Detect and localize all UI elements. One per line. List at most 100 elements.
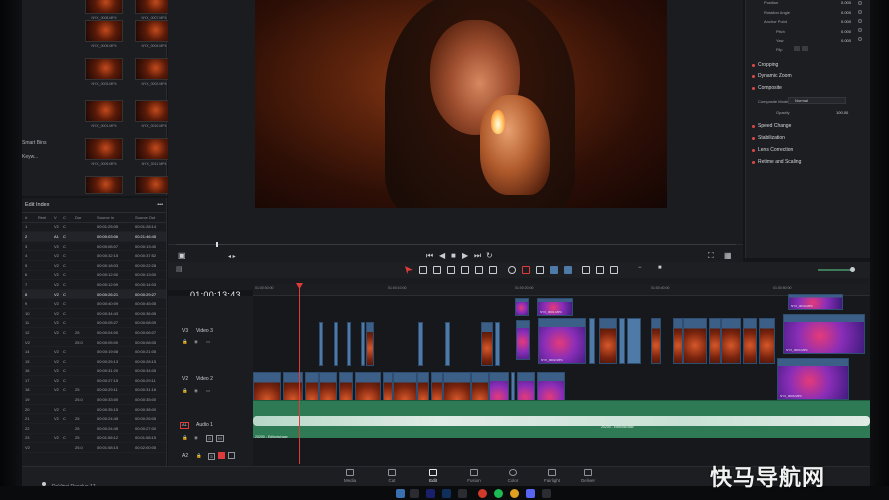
media-clip-thumbnail[interactable]	[85, 176, 123, 194]
param-position-value[interactable]: 0.000	[841, 0, 851, 5]
section-retime-scaling[interactable]: Retime and Scaling	[752, 159, 801, 165]
timeline-clip[interactable]	[619, 318, 625, 364]
track-mute-button[interactable]: M	[216, 435, 224, 442]
timeline-playhead[interactable]	[299, 284, 300, 464]
timeline-view-options-icon[interactable]: ▤	[176, 265, 183, 273]
track-auto-select-icon[interactable]: ◉	[194, 435, 198, 441]
timeline-clip[interactable]	[319, 322, 323, 366]
taskbar-app-icon[interactable]	[458, 489, 467, 498]
page-tab-fairlight[interactable]: Fairlight	[537, 469, 567, 483]
track-v2-name[interactable]: Video 2	[196, 376, 213, 382]
taskbar-discord-icon[interactable]	[526, 489, 535, 498]
table-row[interactable]: 16 V2 C 00:00:31:20 00:00:34:05	[22, 367, 166, 377]
timeline-clip[interactable]: NYX_0001.MP4	[537, 298, 573, 316]
play-icon[interactable]: ▶	[462, 251, 468, 260]
flag-icon[interactable]	[550, 266, 558, 274]
taskbar-spotify-icon[interactable]	[494, 489, 503, 498]
viewer-scrubber-track[interactable]	[176, 244, 736, 245]
dynamic-trim-icon[interactable]	[433, 266, 441, 274]
timeline-ruler[interactable]: 01:00:00:00 01:00:10:00 01:00:20:00 01:0…	[253, 284, 870, 296]
column-header[interactable]: Source In	[97, 215, 135, 220]
track-visibility-icon[interactable]: ▭	[206, 339, 210, 345]
column-header[interactable]: C	[63, 215, 75, 220]
table-row[interactable]: 20 V2 C 00:00:35:15 00:00:38:00	[22, 405, 166, 415]
keywords-bin[interactable]: Keyw...	[22, 154, 58, 160]
overwrite-clip-icon[interactable]	[475, 266, 483, 274]
section-stabilization[interactable]: Stabilization	[752, 135, 785, 141]
table-row[interactable]: 15 V2 C 00:00:25:13 00:00:28:15	[22, 357, 166, 367]
keyframe-icon[interactable]	[858, 1, 862, 5]
column-header[interactable]: Dur	[75, 215, 97, 220]
table-row[interactable]: 19 25.0 00:00:33:00 00:00:35:00	[22, 395, 166, 405]
timeline-clip[interactable]	[651, 318, 661, 364]
keyframe-icon[interactable]	[858, 28, 862, 32]
table-row[interactable]: 9 V2 C 00:00:40:09 00:00:45:05	[22, 299, 166, 309]
timeline-clip[interactable]	[515, 298, 529, 316]
track-lock-icon[interactable]: 🔒	[182, 435, 188, 441]
timeline-clip[interactable]: NYX_0009.MP4	[777, 358, 849, 400]
more-options-icon[interactable]: •••	[157, 202, 163, 208]
timeline-clip[interactable]: NYX_0004.MP4	[783, 314, 865, 354]
zoom-out-icon[interactable]: −	[638, 265, 642, 271]
table-row[interactable]: 10 V2 C 00:00:34:43 00:00:36:05	[22, 309, 166, 319]
replace-clip-icon[interactable]	[489, 266, 497, 274]
go-to-start-icon[interactable]: ⏮	[426, 251, 433, 261]
track-v3-name[interactable]: Video 3	[196, 328, 213, 334]
timeline-clip[interactable]	[589, 318, 595, 364]
track-lock-icon[interactable]: 🔒	[182, 339, 188, 345]
viewer-options-icon[interactable]: ▦	[724, 251, 732, 260]
section-dynamic-zoom[interactable]: Dynamic Zoom	[752, 73, 792, 79]
smart-bins-label[interactable]: Smart Bins	[22, 140, 58, 146]
timeline-clip[interactable]	[759, 318, 775, 364]
audio-volume-slider[interactable]	[818, 269, 853, 271]
table-row[interactable]: 14 V2 C 00:00:19:08 00:00:21:05	[22, 347, 166, 357]
table-row[interactable]: 21 V2 C 25 00:00:24:45 00:00:26:05	[22, 414, 166, 425]
play-reverse-icon[interactable]: ◀	[439, 251, 445, 260]
table-row[interactable]: 11 V2 C 00:00:05:27 00:00:08:09	[22, 319, 166, 329]
audio-track-a1-clip[interactable]: 20200 - Editorial.wav 20200 - Editorial.…	[253, 400, 870, 439]
taskbar-chrome-icon[interactable]	[510, 489, 519, 498]
table-row[interactable]: 3 V2 C 00:00:08:07 00:00:13:40	[22, 242, 166, 252]
param-yaw-value[interactable]: 0.000	[841, 38, 851, 43]
trim-tool-icon[interactable]	[419, 266, 427, 274]
viewer-mode-icon[interactable]: ▣	[178, 251, 186, 260]
table-row[interactable]: 18 V2 C 25 00:00:29:11 00:00:31:16	[22, 386, 166, 396]
timeline-clip[interactable]	[418, 322, 423, 366]
param-anchor-value[interactable]: 0.000	[841, 19, 851, 24]
param-pitch-value[interactable]: 0.000	[841, 29, 851, 34]
viewer-video-frame[interactable]	[255, 0, 667, 208]
timeline-clip[interactable]	[516, 320, 530, 360]
media-clip-thumbnail[interactable]	[85, 100, 123, 122]
taskbar-resolve-icon[interactable]	[410, 489, 419, 498]
timeline-clip[interactable]: NYX_0010.MP4	[788, 294, 843, 310]
windows-start-icon[interactable]	[396, 489, 405, 498]
timeline-clip[interactable]	[743, 318, 757, 364]
timeline-clip[interactable]	[627, 318, 641, 364]
viewer-scrubber-handle[interactable]	[216, 242, 218, 247]
page-tab-color[interactable]: Color	[498, 469, 528, 483]
track-solo-button[interactable]: S	[208, 453, 216, 460]
media-clip-thumbnail[interactable]	[85, 20, 123, 42]
stop-icon[interactable]: ■	[451, 251, 456, 260]
keyframe-icon[interactable]	[858, 19, 862, 23]
column-header[interactable]: V	[54, 215, 63, 220]
table-row[interactable]: 17 V2 C 00:00:27:15 00:00:29:11	[22, 376, 166, 386]
page-tab-fusion[interactable]: Fusion	[459, 469, 489, 483]
timeline-clip[interactable]	[709, 318, 721, 364]
snapping-icon[interactable]	[508, 266, 516, 274]
media-clip-thumbnail[interactable]	[85, 138, 123, 160]
track-auto-select-icon[interactable]: ◉	[194, 388, 198, 394]
timeline-clip[interactable]	[673, 318, 683, 364]
timeline-clip[interactable]	[721, 318, 741, 364]
timeline-clip[interactable]	[347, 322, 351, 366]
flip-horizontal-button[interactable]	[794, 46, 800, 51]
selection-tool-icon[interactable]	[405, 266, 413, 274]
timeline-clip[interactable]	[481, 322, 493, 366]
table-row[interactable]: 2 A1 C 00:00:03:06 00:21:46:45	[22, 232, 166, 242]
table-row[interactable]: 23 V2 C 25 00:01:58:12 00:01:58:15	[22, 434, 166, 444]
page-tab-deliver[interactable]: Deliver	[573, 469, 603, 483]
taskbar-photoshop-icon[interactable]	[442, 489, 451, 498]
track-lock-icon[interactable]: 🔒	[182, 388, 188, 394]
opacity-value[interactable]: 100.00	[836, 110, 848, 115]
keyframe-icon[interactable]	[858, 10, 862, 14]
